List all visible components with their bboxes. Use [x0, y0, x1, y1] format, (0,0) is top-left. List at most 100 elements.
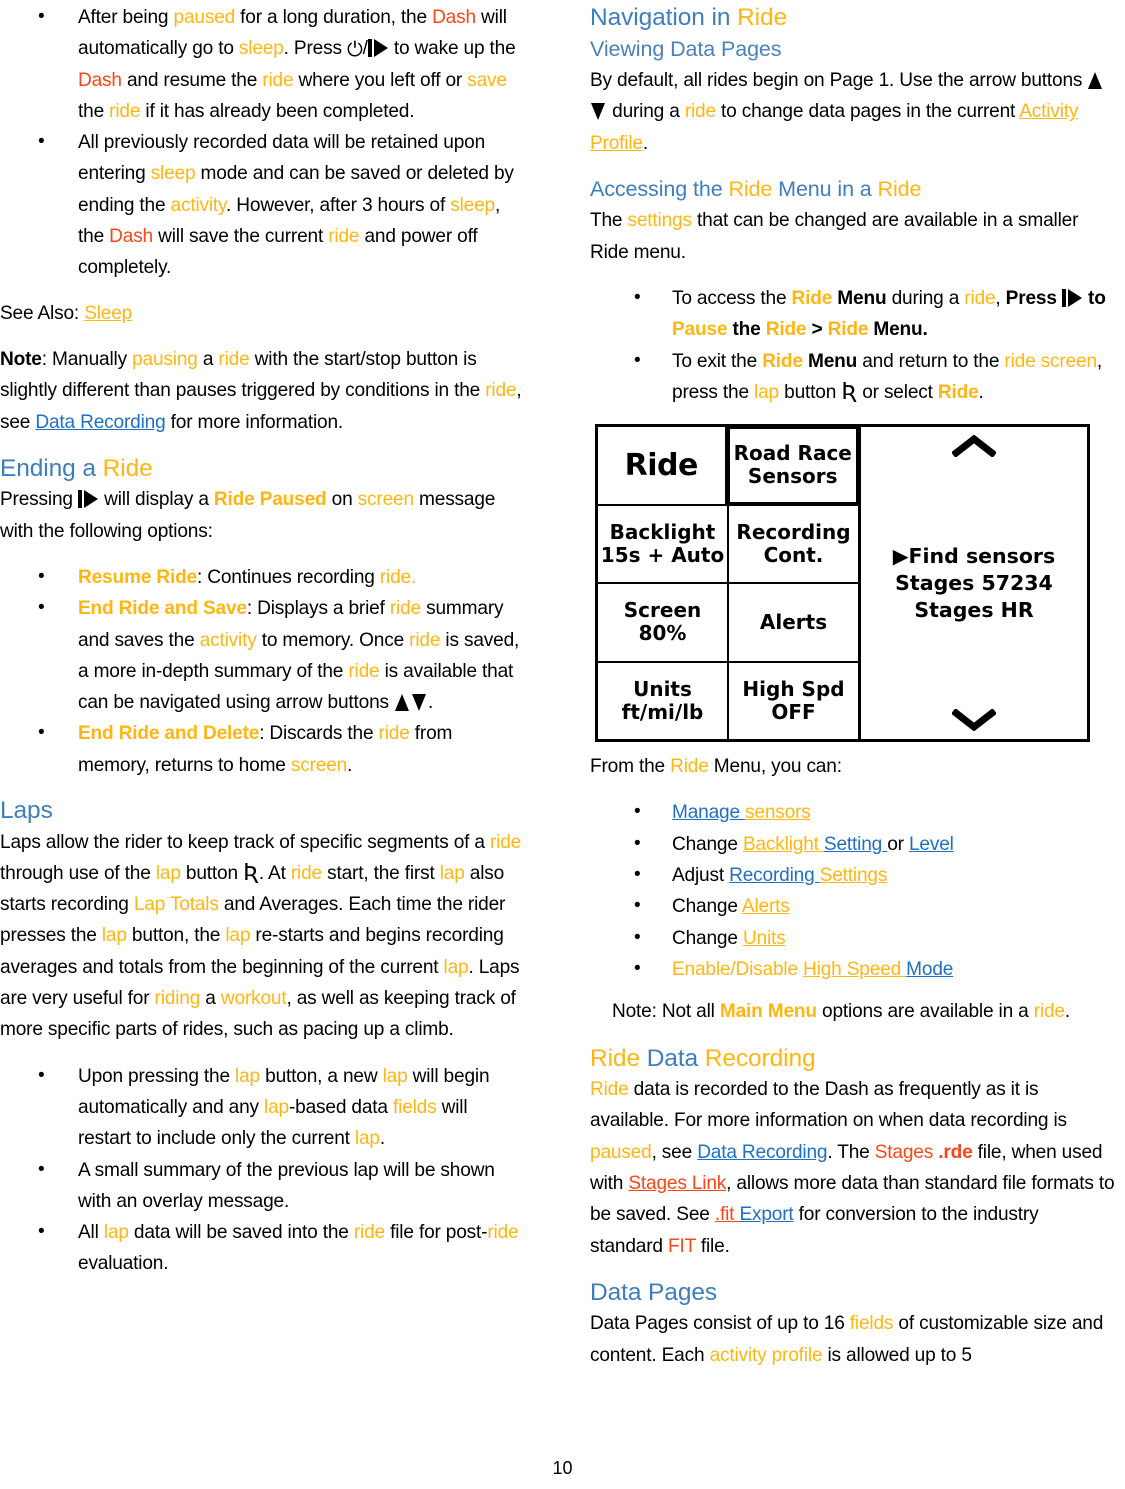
term-orange: ride screen	[1004, 350, 1097, 372]
heading-text: Navigation in	[590, 4, 738, 31]
list-item: A small summary of the previous lap will…	[0, 1154, 525, 1218]
term-orange: Ride	[590, 1079, 629, 1101]
term-orange: ride	[109, 100, 141, 122]
menu-cell[interactable]: Road Race Sensors	[726, 426, 859, 505]
text: . Press	[283, 38, 347, 60]
text: , see	[651, 1141, 698, 1163]
option-label: End Ride and Delete	[78, 723, 260, 745]
lap-button-icon: Ʀ	[243, 859, 259, 886]
text: .	[1064, 1001, 1070, 1023]
term-orange: Ride	[877, 176, 922, 201]
hyperlink[interactable]: sensors	[745, 802, 811, 823]
list-item: To access the Ride Menu during a ride, P…	[590, 282, 1115, 346]
term-red: Dash	[78, 69, 122, 91]
hyperlink[interactable]: Mode	[906, 959, 953, 980]
menu-cell-label: Ride	[624, 447, 699, 483]
two-column-body: After being paused for a long duration, …	[0, 0, 1125, 1386]
data-pages-paragraph: Data Pages consist of up to 16 fields of…	[590, 1308, 1115, 1371]
arrow-down-icon	[412, 693, 427, 712]
menu-cell[interactable]: Backlight 15s + Auto	[598, 505, 729, 583]
text: -based data	[288, 1096, 393, 1118]
bullet-rich-text: End Ride and Save: Displays a brief ride…	[78, 598, 519, 713]
list-item: Change Units	[590, 922, 1115, 954]
hyperlink[interactable]: Backlight	[743, 834, 824, 855]
term-orange: Enable/Disable	[672, 958, 804, 980]
text: for a long duration, the	[235, 7, 433, 28]
text: to change data pages in the current	[715, 101, 1020, 123]
term-orange: workout	[220, 988, 287, 1010]
text: Change	[672, 896, 742, 918]
text: .	[347, 754, 353, 776]
term-orange: lap	[155, 862, 181, 884]
term-orange: lap	[354, 1128, 380, 1150]
text: and resume the	[121, 69, 263, 91]
term-ride: ride	[1033, 1001, 1065, 1023]
hyperlink[interactable]: Stages Link	[628, 1173, 726, 1194]
text: The	[590, 210, 628, 232]
link-sleep[interactable]: Sleep	[84, 303, 132, 324]
term-orange-bold: Ride	[937, 381, 979, 403]
menu-cell-label: Recording	[736, 519, 851, 544]
term-orange: paused	[590, 1141, 652, 1163]
hyperlink[interactable]: High Speed	[803, 959, 906, 980]
text: . At	[258, 862, 291, 884]
term-bold: Menu.	[868, 319, 928, 341]
hyperlink[interactable]: Manage	[672, 802, 745, 823]
menu-row: Ride Road Race Sensors	[598, 426, 859, 506]
term-orange: ride.	[379, 566, 417, 588]
text: button	[779, 381, 842, 403]
term-orange: lap	[443, 956, 469, 978]
list-item: Change Alerts	[590, 890, 1115, 922]
sleep-behavior-bullets: After being paused for a long duration, …	[0, 1, 525, 284]
note-paragraph: Note: Manually pausing a ride with the s…	[0, 344, 525, 438]
panel-line: ▶Find sensors	[892, 543, 1056, 568]
term-pausing: pausing	[132, 348, 198, 370]
hyperlink[interactable]: Recording	[729, 865, 820, 886]
term-orange: activity profile	[709, 1344, 823, 1366]
link-data-recording[interactable]: Data Recording	[35, 412, 165, 433]
hyperlink[interactable]: .fit	[715, 1204, 740, 1225]
text: : Displays a brief	[246, 598, 390, 620]
menu-cell[interactable]: Units ft/mi/lb	[598, 662, 729, 740]
menu-capability-bullets: Manage sensorsChange Backlight Setting o…	[590, 796, 1115, 985]
heading-ride-data-recording: Ride Data Recording	[590, 1043, 1115, 1075]
menu-cell-value: 80%	[638, 621, 687, 646]
hyperlink[interactable]: Alerts	[742, 896, 790, 917]
text: A small summary of the previous lap will…	[78, 1159, 495, 1212]
heading-laps: Laps	[0, 797, 53, 825]
bullet-rich-text: All previously recorded data will be ret…	[78, 132, 514, 278]
hyperlink[interactable]: Level	[909, 834, 954, 855]
hyperlink[interactable]: Data Recording	[697, 1142, 827, 1163]
ride-data-recording-paragraph: Ride data is recorded to the Dash as fre…	[590, 1074, 1115, 1262]
heading-data-pages: Data Pages	[590, 1278, 718, 1306]
hyperlink[interactable]: Settings	[820, 865, 888, 886]
menu-cell[interactable]: Ride	[598, 427, 727, 504]
text: Note: Not all	[612, 1001, 720, 1023]
term-orange: fields	[849, 1313, 894, 1335]
menu-cell[interactable]: Screen 80%	[598, 584, 729, 661]
text: start, the first	[321, 862, 440, 884]
text: during a	[886, 287, 965, 309]
menu-cell[interactable]: Recording Cont.	[729, 506, 858, 583]
text: After being	[78, 7, 174, 28]
menu-cell[interactable]: Alerts	[729, 584, 858, 661]
term-orange: paused	[173, 7, 236, 28]
arrow-up-icon	[1088, 71, 1103, 89]
panel-line: Stages 57234	[895, 570, 1053, 595]
left-column: After being paused for a long duration, …	[0, 1, 535, 1386]
hyperlink[interactable]: Units	[743, 928, 786, 949]
term-red-bold: .rde	[938, 1141, 973, 1163]
term-orange-bold: Pause	[672, 319, 728, 341]
term-red: Dash	[109, 226, 153, 248]
heading-navigation-in-ride: Navigation in Ride	[590, 2, 1115, 34]
text: and return to the	[857, 350, 1005, 372]
bullet-rich-text: All lap data will be saved into the ride…	[78, 1222, 519, 1274]
hyperlink[interactable]: Export	[739, 1204, 793, 1225]
play-pause-icon	[367, 39, 389, 58]
text: Menu, you can:	[708, 756, 842, 778]
list-item: Upon pressing the lap button, a new lap …	[0, 1060, 525, 1155]
hyperlink[interactable]: Setting	[824, 834, 887, 855]
menu-cell[interactable]: High Spd OFF	[729, 663, 858, 740]
term-orange: ride	[489, 831, 522, 853]
text: Pressing	[0, 489, 78, 511]
